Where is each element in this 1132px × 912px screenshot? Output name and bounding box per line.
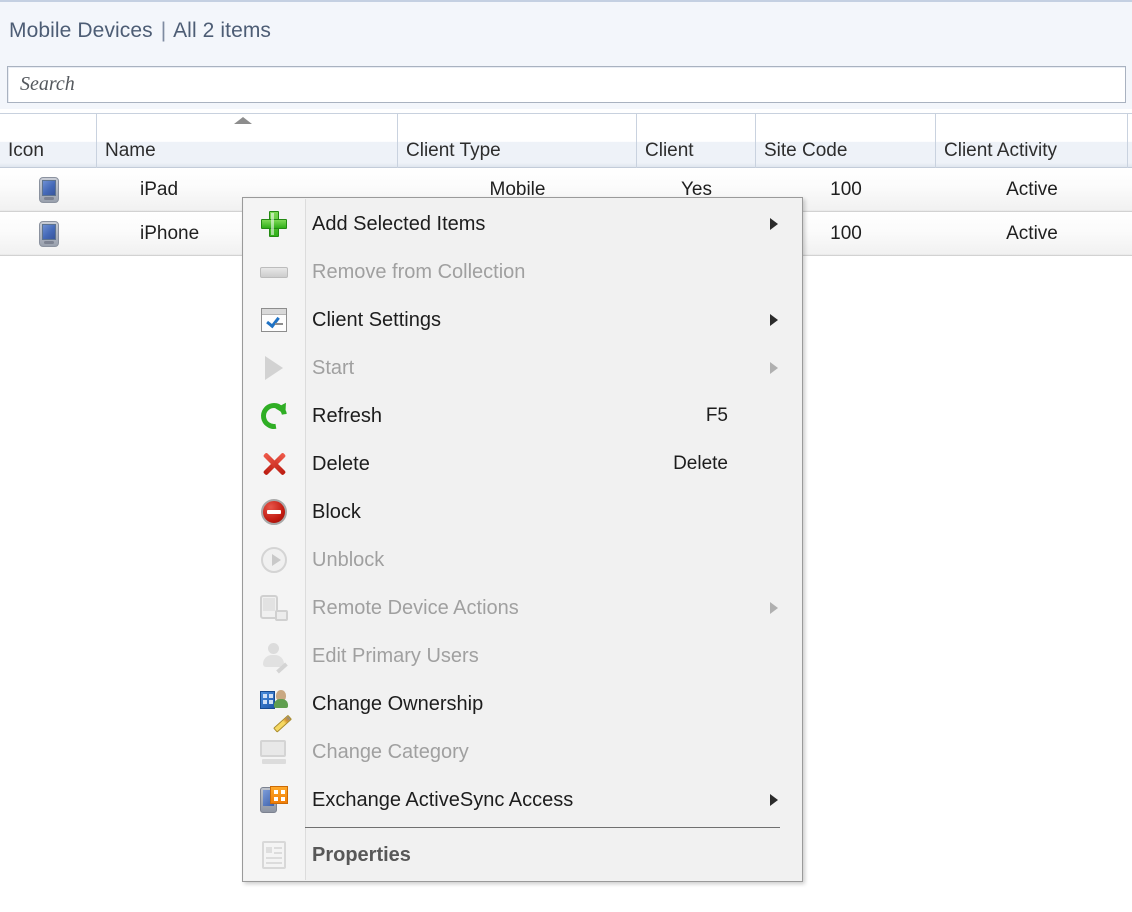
menu-item-label: Delete — [304, 453, 673, 476]
unblock-icon — [243, 536, 304, 584]
gray-bar-icon — [243, 248, 304, 296]
column-header-label: Client Type — [406, 140, 501, 162]
column-header-client[interactable]: Client — [637, 114, 756, 168]
menu-item-client-settings[interactable]: Client Settings — [243, 296, 802, 344]
page-title: Mobile Devices | All 2 items — [9, 19, 271, 43]
menu-item-label: Block — [304, 501, 802, 524]
change-ownership-icon — [243, 680, 304, 728]
menu-item-exchange-activesync-access[interactable]: Exchange ActiveSync Access — [243, 776, 802, 824]
mobile-devices-window: Mobile Devices | All 2 items Icon Name Cli… — [0, 0, 1132, 912]
search-box[interactable] — [7, 66, 1126, 103]
menu-item-label: Add Selected Items — [304, 213, 802, 236]
menu-item-unblock: Unblock — [243, 536, 802, 584]
menu-item-label: Change Category — [304, 741, 802, 764]
refresh-icon — [243, 392, 304, 440]
mobile-device-icon — [39, 177, 59, 203]
menu-item-block[interactable]: Block — [243, 488, 802, 536]
column-header-label: Client Activity — [944, 140, 1057, 162]
cell-icon — [0, 212, 97, 255]
search-bar — [0, 62, 1132, 109]
submenu-chevron-icon — [770, 602, 778, 614]
menu-item-label: Remove from Collection — [304, 261, 802, 284]
change-category-icon — [243, 728, 304, 776]
red-x-icon — [243, 440, 304, 488]
column-header-label: Name — [105, 140, 156, 162]
mobile-device-icon — [39, 221, 59, 247]
menu-item-label: Remote Device Actions — [304, 597, 802, 620]
play-triangle-icon — [243, 344, 304, 392]
menu-item-shortcut: F5 — [706, 405, 802, 427]
column-header-label: Icon — [8, 140, 44, 162]
column-header-label: Client — [645, 140, 694, 162]
menu-item-delete[interactable]: DeleteDelete — [243, 440, 802, 488]
menu-item-change-category: Change Category — [243, 728, 802, 776]
column-header-icon[interactable]: Icon — [0, 114, 97, 168]
context-menu: Add Selected Items Remove from Collection… — [242, 197, 803, 882]
menu-item-start: Start — [243, 344, 802, 392]
block-icon — [243, 488, 304, 536]
menu-item-remove-from-collection: Remove from Collection — [243, 248, 802, 296]
submenu-chevron-icon — [770, 362, 778, 374]
menu-item-label: Edit Primary Users — [304, 645, 802, 668]
menu-item-label: Exchange ActiveSync Access — [304, 789, 802, 812]
menu-item-refresh[interactable]: RefreshF5 — [243, 392, 802, 440]
activesync-icon — [243, 776, 304, 824]
submenu-chevron-icon — [770, 794, 778, 806]
menu-item-label: Client Settings — [304, 309, 802, 332]
page-title-main: Mobile Devices — [9, 19, 153, 42]
column-header-label: Site Code — [764, 140, 847, 162]
user-edit-icon — [243, 632, 304, 680]
menu-item-label: Start — [304, 357, 802, 380]
column-header-site-code[interactable]: Site Code — [756, 114, 936, 168]
grid-header: Icon Name Client Type Client Site Code Client… — [0, 113, 1132, 168]
menu-item-label: Refresh — [304, 405, 706, 428]
green-plus-icon — [243, 200, 304, 248]
cell-icon — [0, 168, 97, 211]
page-title-separator: | — [161, 19, 167, 42]
properties-icon — [243, 831, 304, 879]
menu-item-label: Unblock — [304, 549, 802, 572]
cell-client-activity: Active — [936, 168, 1128, 211]
menu-item-label: Change Ownership — [304, 693, 802, 716]
menu-item-change-ownership[interactable]: Change Ownership — [243, 680, 802, 728]
submenu-chevron-icon — [770, 314, 778, 326]
cell-client-activity: Active — [936, 212, 1128, 255]
menu-item-edit-primary-users: Edit Primary Users — [243, 632, 802, 680]
menu-separator — [305, 827, 780, 828]
column-header-client-activity[interactable]: Client Activity — [936, 114, 1128, 168]
page-title-scope: All 2 items — [173, 19, 271, 42]
menu-item-shortcut: Delete — [673, 453, 802, 475]
remote-device-icon — [243, 584, 304, 632]
column-header-client-type[interactable]: Client Type — [398, 114, 637, 168]
submenu-chevron-icon — [770, 218, 778, 230]
header-band: Mobile Devices | All 2 items — [0, 0, 1132, 62]
menu-item-remote-device-actions: Remote Device Actions — [243, 584, 802, 632]
menu-item-properties: Properties — [243, 831, 802, 879]
menu-item-add-selected-items[interactable]: Add Selected Items — [243, 200, 802, 248]
menu-item-label: Properties — [304, 844, 802, 867]
checkbox-settings-icon — [243, 296, 304, 344]
sort-ascending-icon — [234, 117, 252, 124]
search-input[interactable] — [18, 72, 1125, 97]
